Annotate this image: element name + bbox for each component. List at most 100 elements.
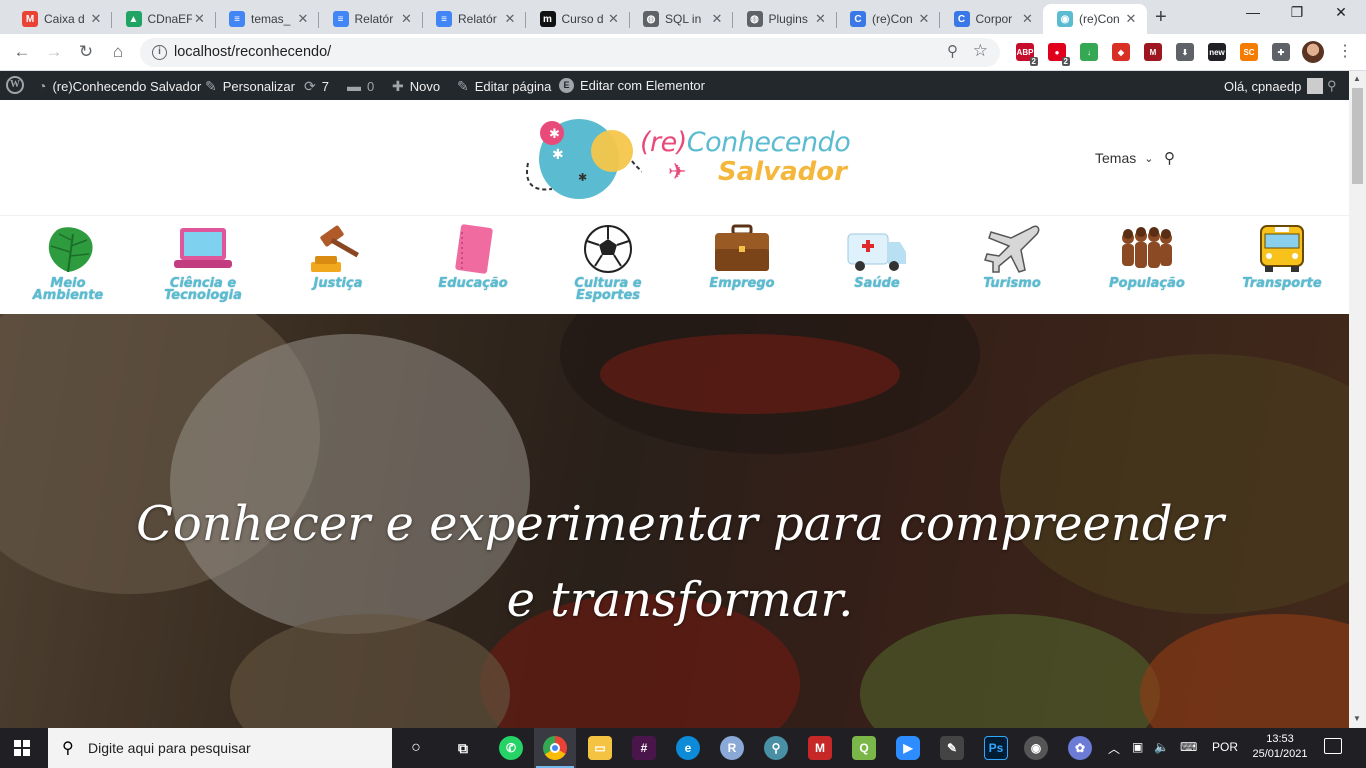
- whatsapp-icon[interactable]: ✆: [499, 736, 523, 760]
- theme-link[interactable]: Educação: [423, 224, 523, 290]
- pen-tablet-icon[interactable]: ✎: [940, 736, 964, 760]
- mendeley-taskbar-icon[interactable]: M: [808, 736, 832, 760]
- tab-close-icon[interactable]: ✕: [1020, 11, 1036, 27]
- browser-tab[interactable]: ≡ Relatór ✕: [422, 4, 526, 34]
- save-icon[interactable]: ⬇: [1176, 43, 1194, 61]
- language-indicator[interactable]: POR: [1212, 740, 1238, 754]
- updates-count: 7: [321, 79, 329, 94]
- taskbar-search-box[interactable]: ⚲ Digite aqui para pesquisar: [48, 728, 392, 768]
- theme-link[interactable]: Ciência e Tecnologia: [153, 224, 253, 302]
- github-icon[interactable]: ◉: [1024, 736, 1048, 760]
- theme-link[interactable]: População: [1097, 224, 1197, 290]
- shield-icon[interactable]: ◆: [1112, 43, 1130, 61]
- admin-search-icon[interactable]: ⚲: [1327, 78, 1337, 94]
- meet-now-icon[interactable]: ▣: [1132, 740, 1143, 754]
- system-clock[interactable]: 13:53 25/01/2021: [1250, 732, 1310, 762]
- paint-icon[interactable]: ✿: [1068, 736, 1092, 760]
- mendeley-icon[interactable]: M: [1144, 43, 1162, 61]
- zoom-icon[interactable]: ⚲: [947, 42, 958, 60]
- home-icon[interactable]: ⌂: [106, 40, 130, 64]
- tab-close-icon[interactable]: ✕: [192, 11, 208, 27]
- browser-tab[interactable]: ◉ (re)Con ✕: [1043, 4, 1147, 34]
- theme-link[interactable]: Meio Ambiente: [18, 224, 118, 302]
- browser-tab[interactable]: ≡ Relatór ✕: [319, 4, 423, 34]
- task-view-icon[interactable]: ⧉: [451, 736, 475, 760]
- customize-link[interactable]: ✎ Personalizar: [205, 78, 295, 95]
- theme-link[interactable]: Emprego: [692, 224, 792, 290]
- forward-icon[interactable]: →: [42, 40, 66, 64]
- bookmark-star-icon[interactable]: ☆: [973, 41, 988, 61]
- browser-tab[interactable]: ◍ Plugins ✕: [733, 4, 837, 34]
- tab-close-icon[interactable]: ✕: [709, 11, 725, 27]
- theme-link[interactable]: Turismo: [962, 224, 1062, 290]
- puzzle-icon[interactable]: ✚: [1272, 43, 1290, 61]
- cortana-icon[interactable]: ○: [404, 736, 428, 760]
- reload-icon[interactable]: ↻: [74, 40, 98, 64]
- browser-tab[interactable]: ≡ temas_ ✕: [215, 4, 319, 34]
- my-account-link[interactable]: Olá, cpnaedp: [1224, 78, 1324, 94]
- comments-link[interactable]: ▬ 0: [347, 78, 374, 94]
- tab-close-icon[interactable]: ✕: [502, 11, 518, 27]
- browser-tab[interactable]: M Caixa d ✕: [8, 4, 112, 34]
- theme-link[interactable]: Justiça: [288, 224, 388, 290]
- qgis-icon[interactable]: Q: [852, 736, 876, 760]
- edge-icon[interactable]: e: [676, 736, 700, 760]
- sc-icon[interactable]: SC: [1240, 43, 1258, 61]
- theme-link[interactable]: Saúde: [827, 224, 927, 290]
- tab-close-icon[interactable]: ✕: [295, 11, 311, 27]
- tab-close-icon[interactable]: ✕: [813, 11, 829, 27]
- profile-avatar[interactable]: [1302, 41, 1324, 63]
- tab-close-icon[interactable]: ✕: [606, 11, 622, 27]
- minimize-button[interactable]: —: [1230, 4, 1276, 20]
- tab-close-icon[interactable]: ✕: [88, 11, 104, 27]
- ublock-icon[interactable]: ● 2: [1048, 43, 1070, 66]
- maximize-button[interactable]: ❐: [1274, 4, 1320, 21]
- tab-favicon-icon: m: [539, 11, 556, 27]
- browser-tab[interactable]: C Corpor ✕: [940, 4, 1044, 34]
- browser-tab[interactable]: ◍ SQL in ✕: [629, 4, 733, 34]
- slack-icon[interactable]: #: [632, 736, 656, 760]
- theme-link[interactable]: Cultura e Esportes: [558, 224, 658, 302]
- browser-tab[interactable]: m Curso d ✕: [526, 4, 630, 34]
- site-search-icon[interactable]: ⚲: [1164, 149, 1175, 167]
- magnifier-app-icon[interactable]: ⚲: [764, 736, 788, 760]
- keyboard-icon[interactable]: ⌨: [1180, 740, 1197, 754]
- edit-page-link[interactable]: ✎ Editar página: [457, 78, 551, 95]
- browser-tab[interactable]: ▲ CDnaEF ✕: [112, 4, 216, 34]
- chrome-menu-icon[interactable]: ⋮: [1337, 41, 1353, 61]
- scrollbar-thumb[interactable]: [1352, 88, 1363, 184]
- scroll-up-icon[interactable]: ▲: [1353, 74, 1361, 83]
- r-icon[interactable]: R: [720, 736, 744, 760]
- photoshop-icon[interactable]: Ps: [984, 736, 1008, 760]
- updates-link[interactable]: ⟳ 7: [304, 78, 329, 95]
- wordpress-logo-icon[interactable]: W: [6, 76, 24, 94]
- back-icon[interactable]: ←: [10, 40, 34, 64]
- tab-close-icon[interactable]: ✕: [1123, 11, 1139, 27]
- edit-elementor-link[interactable]: E Editar com Elementor: [559, 78, 705, 93]
- browser-tab[interactable]: C (re)Con ✕: [836, 4, 940, 34]
- site-info-icon[interactable]: i: [152, 45, 167, 60]
- tab-close-icon[interactable]: ✕: [399, 11, 415, 27]
- abp-icon[interactable]: ABP 2: [1016, 43, 1038, 66]
- scroll-down-icon[interactable]: ▼: [1353, 714, 1361, 723]
- temas-menu[interactable]: Temas ⌄: [1095, 150, 1153, 166]
- notifications-icon[interactable]: [1324, 738, 1342, 754]
- page-scrollbar[interactable]: ▲ ▼: [1349, 71, 1366, 728]
- download-manager-icon[interactable]: ↓: [1080, 43, 1098, 61]
- new-content-link[interactable]: ✚ Novo: [392, 78, 440, 95]
- windows-start-icon[interactable]: [14, 740, 30, 756]
- url-text[interactable]: localhost/reconhecendo/: [174, 44, 331, 60]
- file-explorer-icon[interactable]: ▭: [588, 736, 612, 760]
- admin-site-name[interactable]: ◔ (re)Conhecendo Salvador: [38, 78, 201, 94]
- site-logo[interactable]: ✱ ✱ ✱ (re)Conhecendo Salvador ✈: [522, 115, 851, 201]
- show-hidden-icons[interactable]: ︿: [1108, 740, 1120, 757]
- volume-icon[interactable]: 🔈: [1154, 740, 1169, 754]
- close-window-button[interactable]: ✕: [1318, 4, 1364, 21]
- chrome-icon[interactable]: [543, 736, 567, 760]
- new-tab-button[interactable]: +: [1155, 6, 1167, 29]
- theme-link[interactable]: Transporte: [1232, 224, 1332, 290]
- news-icon[interactable]: new: [1208, 43, 1226, 61]
- address-bar[interactable]: i localhost/reconhecendo/ ⚲ ☆: [140, 38, 1000, 67]
- tab-close-icon[interactable]: ✕: [916, 11, 932, 27]
- zoom-app-icon[interactable]: ▶: [896, 736, 920, 760]
